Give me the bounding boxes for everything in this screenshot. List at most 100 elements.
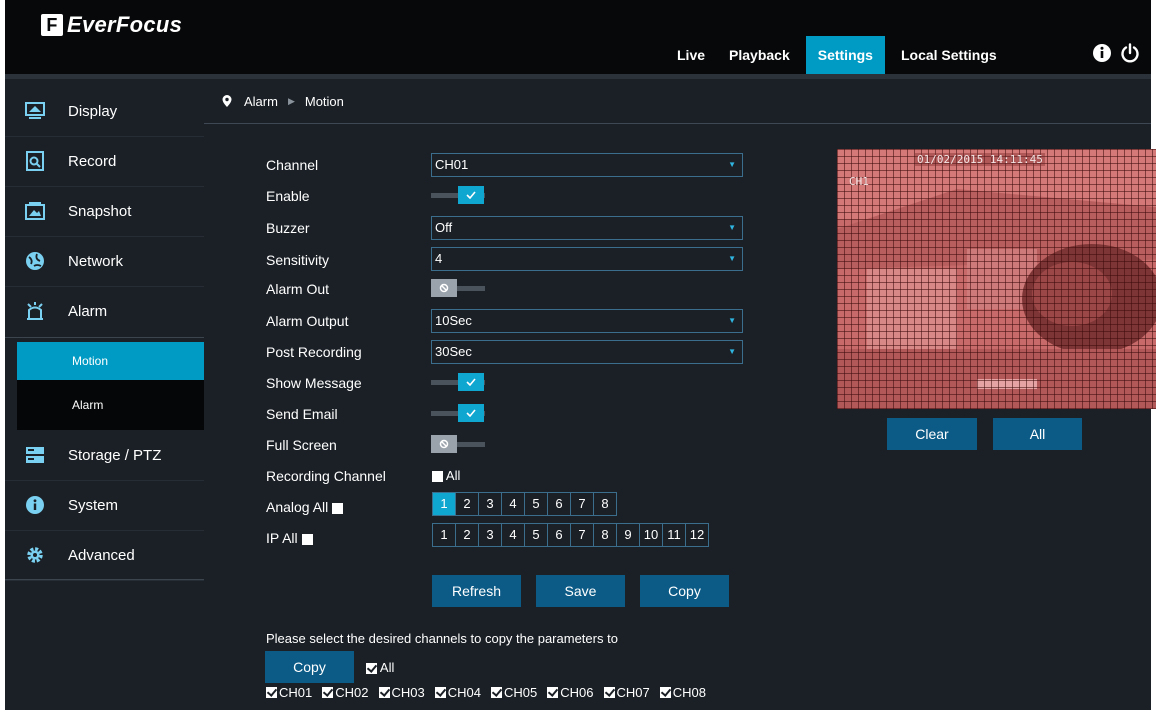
motion-preview[interactable]: 01/02/2015 14:11:45 CH1 [837,149,1156,409]
channel-osd: CH1 [849,175,869,188]
sidebar-item-record[interactable]: Record [5,136,204,187]
sidebar-item-network[interactable]: Network [5,236,204,287]
post-recording-value: 30Sec [435,344,472,359]
channel-value: CH01 [435,157,469,172]
motion-grid-overlay[interactable] [837,149,1156,409]
ip-channel-10[interactable]: 10 [640,523,663,547]
analog-channel-8[interactable]: 8 [594,492,617,516]
network-icon [24,250,46,272]
buzzer-select[interactable]: Off ▼ [431,216,743,240]
full-screen-toggle[interactable] [431,435,485,453]
analog-channel-3[interactable]: 3 [479,492,502,516]
snapshot-icon [24,200,46,222]
channel-label: CH03 [391,685,425,700]
sidebar-divider [5,579,204,580]
breadcrumb-section[interactable]: Alarm [244,94,278,109]
ip-channel-3[interactable]: 3 [479,523,502,547]
clear-button[interactable]: Clear [887,418,977,450]
analog-channel-2[interactable]: 2 [456,492,479,516]
alarm-output-select[interactable]: 10Sec ▼ [431,309,743,333]
enable-toggle[interactable] [431,186,485,204]
power-icon[interactable] [1119,42,1141,64]
analog-all-label: Analog All [266,499,329,515]
sensitivity-select[interactable]: 4 ▼ [431,247,743,271]
refresh-button[interactable]: Refresh [432,575,521,607]
ip-all-checkbox[interactable] [301,533,313,545]
nav-live[interactable]: Live [665,36,717,74]
copy-channel-ch02[interactable]: CH02 [322,685,369,700]
info-icon[interactable] [1091,42,1113,64]
copy-channel-ch03[interactable]: CH03 [378,685,425,700]
checkbox[interactable] [434,687,446,698]
ip-channel-11[interactable]: 11 [663,523,686,547]
ip-channel-1[interactable]: 1 [432,523,456,547]
alarm-output-value: 10Sec [435,313,472,328]
copy-channel-ch08[interactable]: CH08 [659,685,706,700]
copy-channel-ch06[interactable]: CH06 [547,685,594,700]
sidebar-item-storage-ptz[interactable]: Storage / PTZ [5,430,204,481]
copy-channel-list: CH01 CH02 CH03 CH04 CH05 CH06 CH07 CH08 [266,685,716,700]
sidebar-item-alarm[interactable]: Alarm [5,286,204,336]
disabled-icon [439,439,449,449]
analog-channel-5[interactable]: 5 [525,492,548,516]
ip-channel-2[interactable]: 2 [456,523,479,547]
copy-all-checkbox[interactable] [366,663,377,675]
copy-all-label: All [379,660,395,675]
channel-label: CH05 [504,685,538,700]
analog-channel-1[interactable]: 1 [432,492,456,516]
recording-all-checkbox[interactable] [432,471,443,483]
sidebar-divider [5,337,204,338]
nav-settings[interactable]: Settings [805,36,885,74]
analog-all-checkbox[interactable] [332,502,344,514]
post-recording-label: Post Recording [266,344,362,360]
send-email-toggle[interactable] [431,404,485,422]
breadcrumb: Alarm ▶ Motion [204,79,1151,124]
checkbox[interactable] [491,687,502,698]
copy-channel-ch01[interactable]: CH01 [266,685,312,700]
channel-label: Channel [266,157,319,173]
copy-to-channels-button[interactable]: Copy [265,651,354,683]
analog-channel-7[interactable]: 7 [571,492,594,516]
ip-all-row: IP All [266,530,313,546]
sidebar-item-snapshot[interactable]: Snapshot [5,186,204,237]
ip-channel-5[interactable]: 5 [525,523,548,547]
ip-channel-8[interactable]: 8 [594,523,617,547]
sidebar-item-advanced[interactable]: Advanced [5,530,204,581]
analog-channel-6[interactable]: 6 [548,492,571,516]
checkbox[interactable] [603,687,615,698]
sidebar-subitem-alarm[interactable]: Alarm [17,380,204,430]
copy-channel-ch04[interactable]: CH04 [434,685,481,700]
checkbox[interactable] [547,687,559,698]
nav-playback[interactable]: Playback [717,36,802,74]
sidebar-item-label: Display [68,102,118,120]
copy-all-option[interactable]: All [366,660,394,675]
sidebar-subitem-motion[interactable]: Motion [17,342,204,380]
ip-channel-7[interactable]: 7 [571,523,594,547]
channel-label: CH08 [672,685,706,700]
save-button[interactable]: Save [536,575,625,607]
channel-select[interactable]: CH01 ▼ [431,153,743,177]
checkbox[interactable] [266,687,277,698]
nav-local-settings[interactable]: Local Settings [889,36,1009,74]
ip-channel-6[interactable]: 6 [548,523,571,547]
copy-channel-ch05[interactable]: CH05 [491,685,537,700]
alarm-out-toggle[interactable] [431,279,485,297]
sidebar-item-system[interactable]: System [5,480,204,531]
ip-channel-4[interactable]: 4 [502,523,525,547]
sidebar-item-display[interactable]: Display [5,86,204,137]
copy-button[interactable]: Copy [640,575,729,607]
ip-channel-9[interactable]: 9 [617,523,640,547]
ip-channel-12[interactable]: 12 [686,523,709,547]
checkbox[interactable] [378,687,390,698]
checkbox[interactable] [659,687,671,698]
show-message-toggle[interactable] [431,373,485,391]
post-recording-select[interactable]: 30Sec ▼ [431,340,743,364]
copy-prompt: Please select the desired channels to co… [266,631,618,646]
copy-channel-ch07[interactable]: CH07 [603,685,650,700]
checkbox[interactable] [322,687,334,698]
recording-channel-all[interactable]: All [432,468,460,483]
breadcrumb-arrow-icon: ▶ [287,95,295,106]
select-all-button[interactable]: All [993,418,1082,450]
caret-down-icon: ▼ [728,347,736,356]
analog-channel-4[interactable]: 4 [502,492,525,516]
